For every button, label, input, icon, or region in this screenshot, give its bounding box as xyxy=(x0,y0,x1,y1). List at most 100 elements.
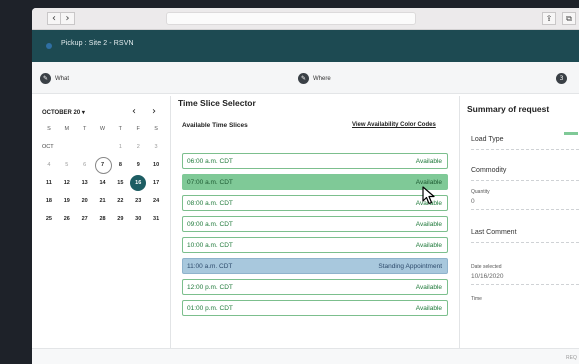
weekday-row: SMTWTFS xyxy=(40,120,165,138)
pencil-icon: ✎ xyxy=(298,73,309,84)
calendar-day[interactable]: 9 xyxy=(129,156,147,174)
calendar-day[interactable]: 12 xyxy=(58,174,76,192)
month-selector[interactable]: OCTOBER 20 ▾ xyxy=(42,109,85,116)
summary-title: Summary of request xyxy=(467,104,550,114)
calendar-day[interactable]: 3 xyxy=(147,138,165,156)
week-row: 11 12 13 14 15 16 17 xyxy=(40,174,165,192)
day-number: 4 xyxy=(47,162,51,168)
slot-time: 08:00 a.m. CDT xyxy=(187,200,233,207)
day-number: 26 xyxy=(63,216,70,222)
day-number: 1 xyxy=(118,144,122,150)
day-number: 5 xyxy=(65,162,69,168)
time-slot-button[interactable]: 01:00 p.m. CDT Available xyxy=(182,300,448,316)
calendar-day[interactable]: 11 xyxy=(40,174,58,192)
calendar-day[interactable]: 21 xyxy=(94,192,112,210)
day-number: 28 xyxy=(99,216,106,222)
calendar-day[interactable]: 23 xyxy=(129,192,147,210)
slot-status: Available xyxy=(415,158,442,165)
day-number: 23 xyxy=(135,198,142,204)
time-slot-button[interactable]: 10:00 a.m. CDT Available xyxy=(182,237,448,253)
calendar-day[interactable]: 8 xyxy=(111,156,129,174)
step-where[interactable]: ✎ Where xyxy=(298,73,331,84)
time-slot-button[interactable]: 08:00 a.m. CDTAvailable xyxy=(182,195,448,211)
mouse-cursor-icon xyxy=(422,186,435,205)
calendar-day[interactable]: 17 xyxy=(147,174,165,192)
calendar-day[interactable]: 28 xyxy=(94,210,112,228)
day-number: 24 xyxy=(153,198,160,204)
calendar-day-selected[interactable]: 16 xyxy=(129,174,147,192)
calendar-day[interactable]: 20 xyxy=(76,192,94,210)
time-slot-button[interactable]: 12:00 p.m. CDT Available xyxy=(182,279,448,295)
calendar-day[interactable]: 22 xyxy=(111,192,129,210)
day-number: 21 xyxy=(99,198,106,204)
week-row: 18 19 20 21 22 23 24 xyxy=(40,192,165,210)
commodity-field: Commodity xyxy=(471,167,579,181)
app-header: Pickup : Site 2 - RSVN xyxy=(32,30,579,62)
quantity-label: Quantity xyxy=(471,189,490,195)
slot-time: 09:00 a.m. CDT xyxy=(187,221,233,228)
day-number: 6 xyxy=(83,162,87,168)
calendar-day[interactable]: 26 xyxy=(58,210,76,228)
step-3[interactable]: 3 xyxy=(556,73,567,84)
calendar-day[interactable]: 24 xyxy=(147,192,165,210)
week-row: 4 5 6 7 8 9 10 xyxy=(40,156,165,174)
calendar-day[interactable]: 10 xyxy=(147,156,165,174)
day-number: 11 xyxy=(46,180,52,186)
calendar-day[interactable]: 19 xyxy=(58,192,76,210)
calendar-day[interactable]: 30 xyxy=(129,210,147,228)
next-month-icon[interactable]: › xyxy=(152,106,156,117)
calendar-day[interactable]: 18 xyxy=(40,192,58,210)
calendar-day[interactable]: 25 xyxy=(40,210,58,228)
slot-time: 11:00 a.m. CDT xyxy=(187,263,233,270)
weekday-label: S xyxy=(47,126,51,132)
time-slot-button[interactable]: 11:00 a.m. CDT Standing Appointment xyxy=(182,258,448,274)
color-codes-link[interactable]: View Availability Color Codes xyxy=(352,122,436,128)
panel-title: Time Slice Selector xyxy=(178,98,256,108)
calendar-day[interactable]: 31 xyxy=(147,210,165,228)
prev-month-icon[interactable]: ‹ xyxy=(132,106,136,117)
share-icon[interactable]: ⇪ xyxy=(542,12,556,25)
time-slot-button[interactable]: 09:00 a.m. CDT Available xyxy=(182,216,448,232)
step-number: 3 xyxy=(556,73,567,84)
calendar-day[interactable]: 13 xyxy=(76,174,94,192)
browser-nav: ‹ › xyxy=(47,12,75,25)
day-number: 15 xyxy=(117,180,124,186)
calendar-day[interactable]: 7 xyxy=(94,156,112,174)
weekday-label: M xyxy=(64,126,70,132)
slot-time: 07:00 a.m. CDT xyxy=(187,179,233,186)
slot-status: Available xyxy=(415,284,442,291)
day-number: 12 xyxy=(63,180,70,186)
day-number: 8 xyxy=(118,162,122,168)
day-number: 9 xyxy=(136,162,140,168)
time-slot-button[interactable]: 06:00 a.m. CDT Available xyxy=(182,153,448,169)
day-number: 25 xyxy=(45,216,52,222)
calendar-day[interactable]: 5 xyxy=(58,156,76,174)
calendar-day[interactable]: 14 xyxy=(94,174,112,192)
time-label: Time xyxy=(471,296,482,302)
day-number: 17 xyxy=(153,180,160,186)
date-selected-label: Date selected xyxy=(471,264,502,270)
forward-button[interactable]: › xyxy=(61,12,75,25)
browser-window: ‹ › ⇪ ⧉ Pickup : Site 2 - RSVN ✎ What ✎ … xyxy=(32,8,579,364)
address-bar[interactable] xyxy=(166,12,416,25)
calendar-day[interactable]: 2 xyxy=(129,138,147,156)
calendar-day[interactable]: 15 xyxy=(111,174,129,192)
tabs-icon[interactable]: ⧉ xyxy=(562,12,576,25)
month-abbrev: OCT xyxy=(42,144,54,150)
slot-status: Available xyxy=(415,221,442,228)
calendar-day[interactable]: 29 xyxy=(111,210,129,228)
weekday-label: T xyxy=(82,126,87,132)
calendar-day[interactable]: 4 xyxy=(40,156,58,174)
weekday-label: T xyxy=(118,126,123,132)
weekday-label: F xyxy=(136,126,140,132)
calendar-day[interactable]: 6 xyxy=(76,156,94,174)
back-button[interactable]: ‹ xyxy=(47,12,61,25)
time-slot-button[interactable]: 07:00 a.m. CDT Available xyxy=(182,174,448,190)
step-what[interactable]: ✎ What xyxy=(40,73,69,84)
calendar-day[interactable]: 27 xyxy=(76,210,94,228)
calendar-grid: S M T W T F S OCT 1 2 3 4 5 6 7 8 9 10 11 12 13 14 15 16 17 18 19 2… xyxy=(40,120,165,228)
calendar-day[interactable]: 1 xyxy=(111,138,129,156)
browser-toolbar: ‹ › ⇪ ⧉ xyxy=(32,8,579,30)
slot-time: 12:00 p.m. CDT xyxy=(187,284,233,291)
day-number: 14 xyxy=(99,180,106,186)
